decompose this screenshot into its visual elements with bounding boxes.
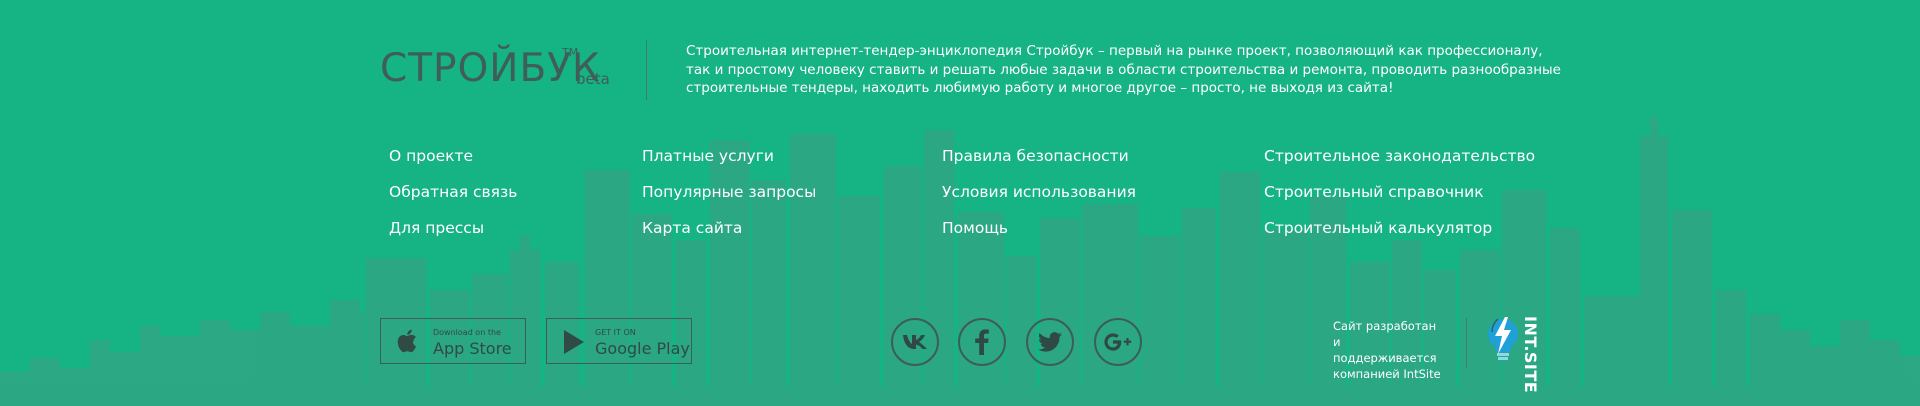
nav-column-about: О проекте Обратная связь Для прессы — [389, 146, 517, 254]
apple-icon — [397, 329, 417, 357]
app-store-button[interactable]: Download on the App Store — [380, 318, 526, 364]
developer-line-1: Сайт разработан — [1333, 319, 1437, 333]
facebook-button[interactable] — [958, 318, 1006, 366]
nav-link-press[interactable]: Для прессы — [389, 218, 517, 254]
app-store-label: App Store — [433, 339, 512, 358]
nav-link-sitemap[interactable]: Карта сайта — [642, 218, 816, 254]
developer-line-3: компанией IntSite — [1333, 367, 1441, 381]
nav-column-rules: Правила безопасности Условия использован… — [942, 146, 1136, 254]
intsite-logo-text: INT.SITE — [1521, 316, 1540, 394]
beta-badge: beta — [576, 70, 610, 88]
nav-link-terms-of-use[interactable]: Условия использования — [942, 182, 1136, 218]
vk-icon — [902, 334, 928, 350]
brand-description: Строительная интернет-тендер-энциклопеди… — [686, 43, 1561, 96]
nav-link-construction-calculator[interactable]: Строительный калькулятор — [1264, 218, 1535, 254]
google-plus-icon — [1104, 332, 1132, 352]
nav-link-help[interactable]: Помощь — [942, 218, 1136, 254]
intsite-logo[interactable]: INT.SITE — [1484, 314, 1544, 393]
google-play-button[interactable]: GET IT ON Google Play — [546, 318, 692, 364]
nav-column-services: Платные услуги Популярные запросы Карта … — [642, 146, 816, 254]
trademark-mark: TM — [562, 46, 579, 59]
google-plus-button[interactable] — [1094, 318, 1142, 366]
nav-link-construction-reference[interactable]: Строительный справочник — [1264, 182, 1535, 218]
developer-credit: Сайт разработан и поддерживается компани… — [1333, 318, 1445, 382]
developer-line-2: и поддерживается — [1333, 335, 1437, 365]
vk-button[interactable] — [891, 318, 939, 366]
nav-link-popular-queries[interactable]: Популярные запросы — [642, 182, 816, 218]
twitter-icon — [1038, 332, 1062, 352]
brand-logo[interactable]: СТРОЙБУК TM beta — [380, 46, 610, 92]
nav-link-feedback[interactable]: Обратная связь — [389, 182, 517, 218]
nav-link-safety-rules[interactable]: Правила безопасности — [942, 146, 1136, 182]
twitter-button[interactable] — [1026, 318, 1074, 366]
google-play-caption: GET IT ON — [595, 328, 636, 337]
app-store-caption: Download on the — [433, 328, 501, 337]
facebook-icon — [975, 329, 989, 355]
nav-link-about[interactable]: О проекте — [389, 146, 517, 182]
developer-divider — [1466, 318, 1467, 368]
footer: СТРОЙБУК TM beta Строительная интернет-т… — [0, 0, 1920, 406]
google-play-label: Google Play — [595, 339, 690, 358]
logo-divider — [646, 40, 647, 100]
nav-column-construction: Строительное законодательство Строительн… — [1264, 146, 1535, 254]
play-icon — [563, 329, 585, 359]
nav-link-paid-services[interactable]: Платные услуги — [642, 146, 816, 182]
nav-link-construction-law[interactable]: Строительное законодательство — [1264, 146, 1535, 182]
